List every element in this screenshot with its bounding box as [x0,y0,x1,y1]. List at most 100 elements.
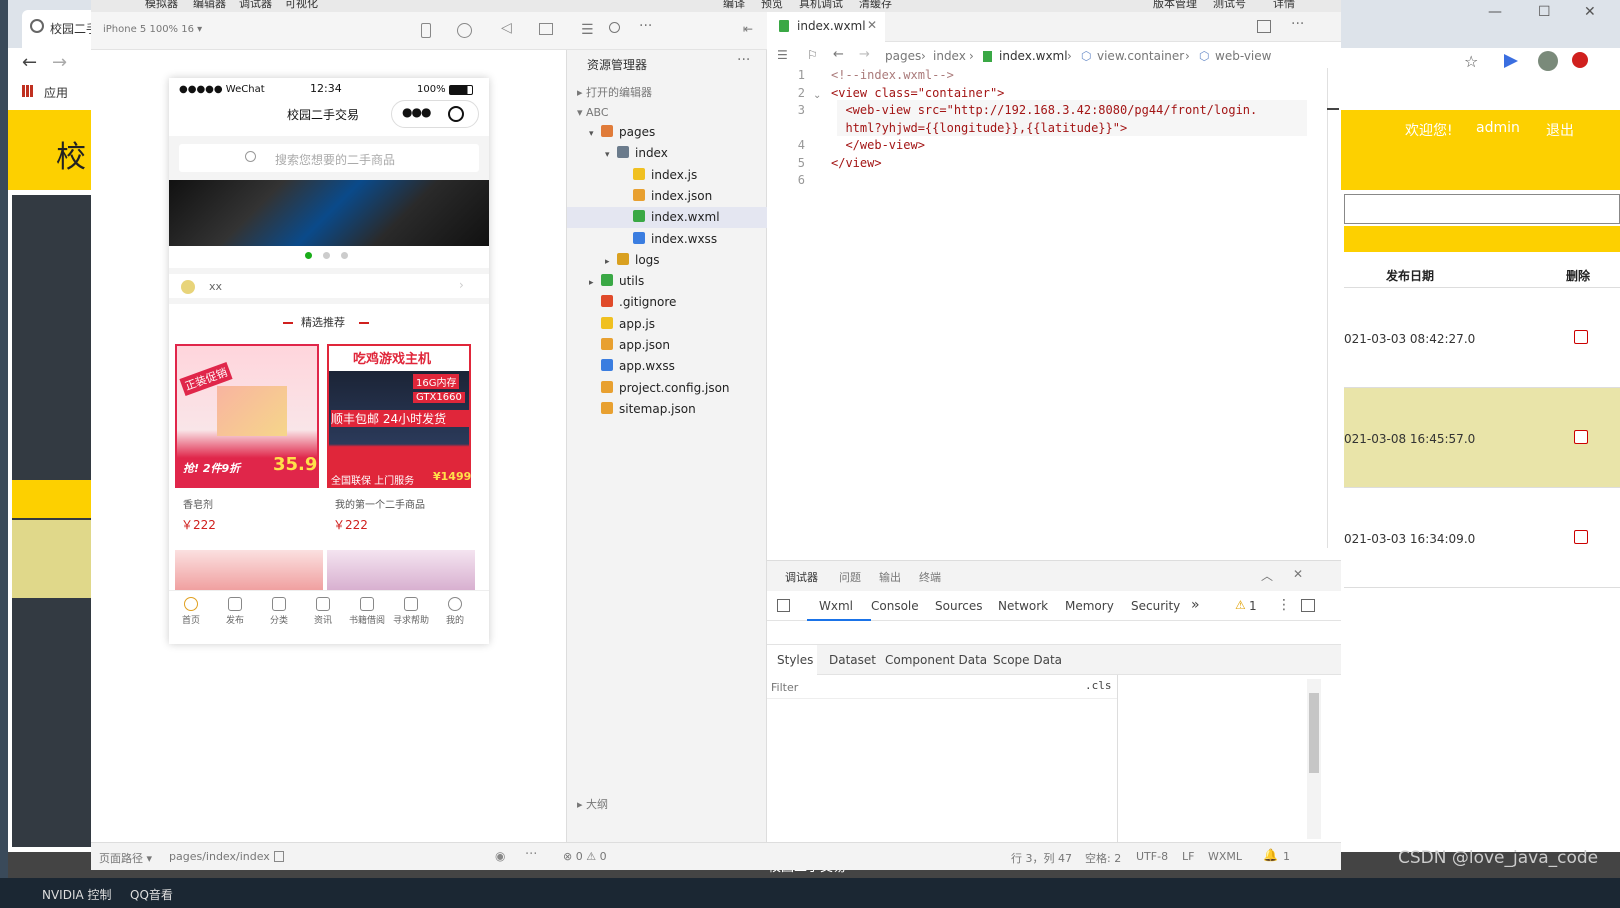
chevron-icon[interactable]: ▸ [589,273,601,294]
crumb[interactable]: view.container [1097,49,1184,63]
menu-test-account[interactable]: 测试号 [1213,0,1246,11]
kebab-icon[interactable]: ⋮ [1277,597,1291,613]
file-tree-item[interactable]: index.json [567,186,767,207]
indent-spaces[interactable]: 空格: 2 [1085,850,1121,866]
close-icon[interactable]: ✕ [1584,4,1596,20]
chevron-icon[interactable]: ▾ [589,124,601,145]
carousel-dot[interactable] [323,252,330,259]
more-icon[interactable]: ··· [639,18,652,34]
delete-icon[interactable] [1574,530,1588,544]
star-icon[interactable]: ☆ [1464,52,1478,71]
carousel-dot[interactable] [341,252,348,259]
menu-device-debug[interactable]: 真机调试 [799,0,843,11]
subtab-styles[interactable]: Styles [767,645,817,675]
subtab-dataset[interactable]: Dataset [829,653,876,667]
tab-category[interactable]: 分类 [257,597,301,626]
record-icon[interactable] [457,23,472,38]
bell-icon[interactable]: 🔔 [1263,848,1278,862]
tab-console[interactable]: Console [871,599,919,613]
file-tree-item[interactable]: ▸ utils [567,271,767,292]
tab-output[interactable]: 输出 [879,569,901,585]
scrollbar[interactable] [1307,679,1321,839]
file-tree-item[interactable]: app.json [567,335,767,356]
menu-editor[interactable]: 编辑器 [193,0,226,11]
tab-wxml[interactable]: Wxml [807,591,871,621]
tab-home[interactable]: 首页 [169,597,213,626]
tab-news[interactable]: 资讯 [301,597,345,626]
bookmark-apps[interactable]: 应用 [44,84,68,101]
minimize-icon[interactable]: — [1488,4,1502,20]
menu-version[interactable]: 版本管理 [1153,0,1197,11]
sidebar-active-item[interactable] [12,480,92,518]
taskbar-item[interactable]: NVIDIA 控制 [42,886,112,903]
delete-icon[interactable] [1574,330,1588,344]
file-tree-item[interactable]: index.wxml [567,207,767,229]
crumb[interactable]: pages [885,49,921,63]
file-tree-item[interactable]: index.wxss [567,229,767,250]
menu-debugger[interactable]: 调试器 [239,0,272,11]
more-icon[interactable]: ··· [525,847,537,862]
maximize-icon[interactable]: ☐ [1538,4,1551,20]
page-path-select[interactable]: 页面路径 ▾ [99,850,152,866]
username-link[interactable]: admin [1476,120,1520,136]
split-editor-icon[interactable] [1257,20,1271,33]
subtab-scope-data[interactable]: Scope Data [993,653,1062,667]
collapse-icon[interactable]: ⇤ [743,22,753,36]
popout-icon[interactable] [539,23,553,35]
taskbar-item[interactable]: QQ音看 [130,886,173,903]
update-icon[interactable] [1572,52,1588,68]
close-miniapp-icon[interactable] [448,106,464,122]
bookmark-icon[interactable]: ⚐ [807,48,818,62]
crumb[interactable]: index [933,49,966,63]
list-icon[interactable]: ☰ [581,22,594,38]
chevron-up-icon[interactable]: ︿ [1261,567,1273,584]
language-mode[interactable]: WXML [1208,850,1242,863]
device-icon[interactable] [421,23,431,38]
close-tab-icon[interactable]: ✕ [867,18,877,32]
encoding[interactable]: UTF-8 [1136,850,1168,863]
browser-tab[interactable]: 校园二手 [22,10,102,48]
menu-visual[interactable]: 可视化 [285,0,318,11]
code-area[interactable]: 1 2 3 4 5 6 ⌄ <!--index.wxml--> <view cl… [767,68,1341,548]
cursor-position[interactable]: 行 3，列 47 [1011,850,1072,866]
eol[interactable]: LF [1182,850,1194,863]
elements-tree-area[interactable] [767,621,1341,645]
editor-tab[interactable]: index.wxml ✕ [767,12,885,42]
file-tree-item[interactable]: ▸ logs [567,250,767,271]
menu-clear-cache[interactable]: 清缓存 [859,0,892,11]
product-card[interactable]: 正装促销 抢! 2件9折 35.9 香皂剂 ￥222 [175,344,323,542]
file-tree-item[interactable]: app.js [567,314,767,335]
nav-forward-icon[interactable]: → [859,47,870,62]
file-tree-item[interactable]: ▾ index [567,143,767,164]
logout-link[interactable]: 退出 [1546,120,1574,140]
tab-sources[interactable]: Sources [935,599,982,613]
crumb[interactable]: index.wxml [999,49,1068,63]
file-tree-item[interactable]: app.wxss [567,356,767,377]
nav-back-icon[interactable]: ← [833,47,844,62]
forward-icon[interactable]: → [52,52,67,73]
tab-terminal[interactable]: 终端 [919,569,941,585]
scrollbar-thumb[interactable] [1309,693,1319,773]
menu-simulator[interactable]: 模拟器 [145,0,178,11]
subtab-component-data[interactable]: Component Data [885,653,987,667]
tab-publish[interactable]: 发布 [213,597,257,626]
tab-help[interactable]: 寻求帮助 [389,597,433,626]
open-editors-section[interactable]: ▸ 打开的编辑器 [577,84,652,100]
search-input[interactable]: 搜索您想要的二手商品 [179,144,479,172]
copy-icon[interactable] [274,851,284,862]
more-tabs-icon[interactable]: » [1191,597,1200,613]
product-card[interactable]: 吃鸡游戏主机 16G内存 GTX1660 顺丰包邮 24小时发货 全国联保 上门… [327,344,475,542]
tab-memory[interactable]: Memory [1065,599,1114,613]
chevron-icon[interactable]: ▾ [605,145,617,166]
more-icon[interactable]: ●●● [402,105,431,119]
tab-security[interactable]: Security [1131,599,1180,613]
inspect-icon[interactable] [777,599,790,612]
project-section[interactable]: ▾ ABC [577,106,609,119]
avatar[interactable] [1538,51,1558,71]
back-icon[interactable]: ← [22,52,37,73]
menu-compile[interactable]: 编译 [723,0,745,11]
crumb[interactable]: web-view [1215,49,1271,63]
delete-icon[interactable] [1574,430,1588,444]
volume-icon[interactable]: ◁ [501,20,512,36]
error-count[interactable]: ⊗ 0 ⚠ 0 [563,850,607,863]
